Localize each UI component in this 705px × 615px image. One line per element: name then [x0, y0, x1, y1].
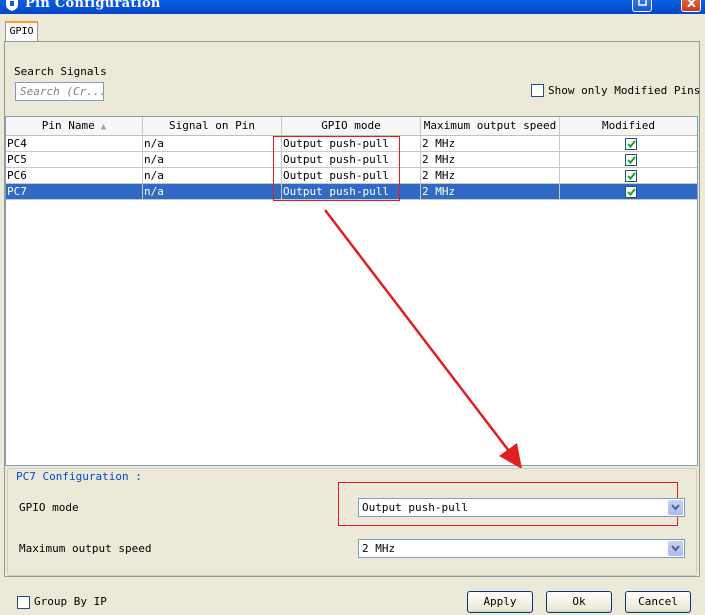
group-by-ip-checkbox[interactable]	[17, 596, 30, 609]
gpio-mode-value: Output push-pull	[362, 501, 468, 514]
cancel-button[interactable]: Cancel	[625, 591, 691, 613]
dropdown-button[interactable]	[668, 500, 683, 515]
gpio-mode-label: GPIO mode	[19, 501, 79, 514]
apply-button[interactable]: Apply	[467, 591, 533, 613]
chevron-down-icon	[671, 545, 680, 552]
dropdown-button[interactable]	[668, 541, 683, 556]
gpio-mode-select[interactable]: Output push-pull	[358, 498, 685, 517]
speed-value: 2 MHz	[362, 542, 396, 555]
speed-select[interactable]: 2 MHz	[358, 539, 685, 558]
speed-label: Maximum output speed	[19, 542, 152, 555]
ok-button[interactable]: Ok	[546, 591, 612, 613]
group-by-ip-label: Group By IP	[34, 595, 107, 608]
config-title: PC7 Configuration :	[14, 470, 144, 483]
chevron-down-icon	[671, 504, 680, 511]
config-group	[7, 468, 697, 576]
